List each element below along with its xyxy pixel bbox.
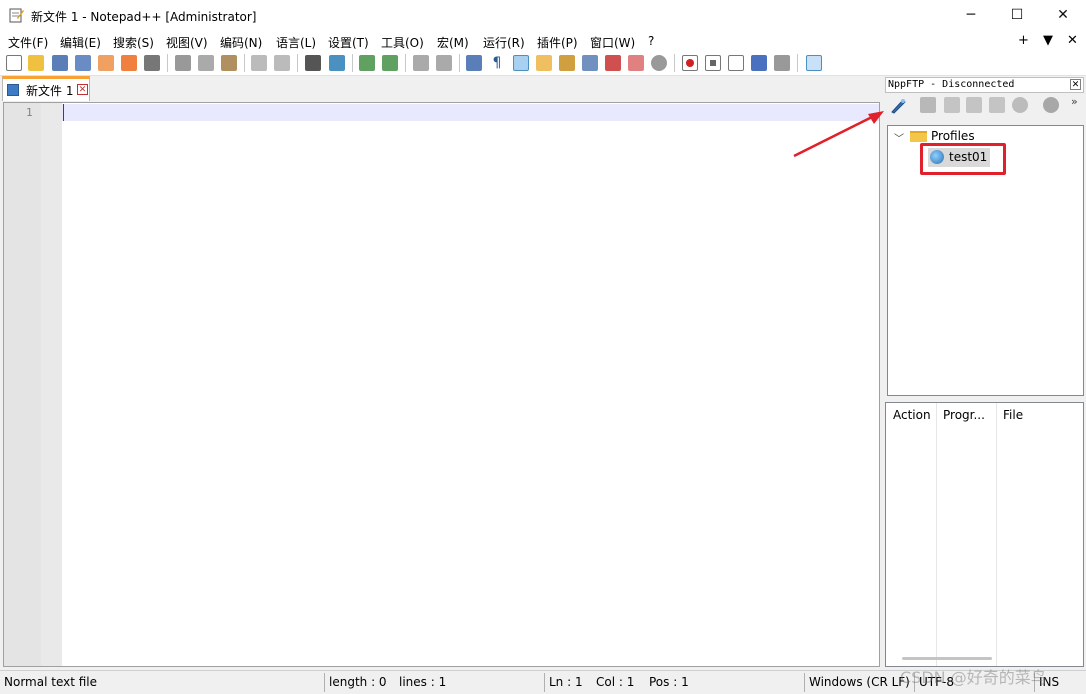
print-icon[interactable] xyxy=(144,55,160,71)
doc-list-icon[interactable] xyxy=(582,55,598,71)
menu-language[interactable]: 语言(L) xyxy=(276,34,316,51)
save-macro-icon[interactable] xyxy=(774,55,790,71)
close-file-icon[interactable] xyxy=(98,55,114,71)
zoom-in-icon[interactable] xyxy=(359,55,375,71)
zoom-out-icon[interactable] xyxy=(382,55,398,71)
status-lines: lines : 1 xyxy=(399,675,447,689)
menu-encoding[interactable]: 编码(N) xyxy=(220,34,262,51)
panel-more-icon[interactable]: » xyxy=(1071,95,1078,108)
menu-view[interactable]: 视图(V) xyxy=(166,34,208,51)
chevron-down-icon[interactable]: ﹀ xyxy=(894,130,904,145)
status-length: length : 0 xyxy=(329,675,387,689)
notepad-app-icon xyxy=(9,8,24,23)
line-number: 1 xyxy=(26,106,33,119)
tab-list-button[interactable]: ▼ xyxy=(1043,33,1053,48)
folder-icon xyxy=(910,131,927,142)
tab-label: 新文件 1 xyxy=(26,84,74,98)
tab-strip: 新文件 1 ✕ xyxy=(0,76,882,102)
status-ln: Ln : 1 xyxy=(549,675,583,689)
queue-header-progress[interactable]: Progr... xyxy=(943,408,985,422)
open-file-icon[interactable] xyxy=(28,55,44,71)
sync-v-icon[interactable] xyxy=(413,55,429,71)
find-icon[interactable] xyxy=(305,55,321,71)
maximize-button[interactable]: ☐ xyxy=(994,0,1040,31)
panel-title: NppFTP - Disconnected xyxy=(888,79,1015,90)
annotation-highlight-box xyxy=(920,143,1006,175)
watermark: CSDN @好奇的菜鸟 xyxy=(900,668,1047,687)
paste-icon[interactable] xyxy=(221,55,237,71)
disconnect-icon[interactable] xyxy=(920,97,936,113)
toolbar: ¶ xyxy=(0,51,1086,76)
menu-window[interactable]: 窗口(W) xyxy=(590,34,635,51)
settings-gear-icon[interactable] xyxy=(1043,97,1059,113)
minimize-button[interactable]: ─ xyxy=(948,0,994,31)
indent-guide-icon[interactable] xyxy=(513,55,529,71)
folder-workspace-icon[interactable] xyxy=(628,55,644,71)
text-caret xyxy=(63,104,64,121)
fold-margin xyxy=(41,103,62,666)
line-number-gutter: 1 xyxy=(4,103,62,666)
status-col: Col : 1 xyxy=(596,675,635,689)
connect-icon[interactable] xyxy=(889,97,907,115)
sync-h-icon[interactable] xyxy=(436,55,452,71)
stop-macro-icon[interactable] xyxy=(705,55,721,71)
menu-search[interactable]: 搜索(S) xyxy=(113,34,154,51)
panel-close-icon[interactable]: ✕ xyxy=(1070,79,1081,90)
queue-column-action xyxy=(886,403,937,666)
copy-icon[interactable] xyxy=(198,55,214,71)
current-line-highlight xyxy=(62,104,879,121)
menu-file[interactable]: 文件(F) xyxy=(8,34,48,51)
annotation-arrow xyxy=(793,111,884,158)
save-icon[interactable] xyxy=(52,55,68,71)
queue-column-progress xyxy=(937,403,997,666)
menu-edit[interactable]: 编辑(E) xyxy=(60,34,101,51)
close-all-icon[interactable] xyxy=(121,55,137,71)
show-all-chars-icon[interactable]: ¶ xyxy=(489,55,505,71)
menu-tools[interactable]: 工具(O) xyxy=(381,34,424,51)
download-icon[interactable] xyxy=(944,97,960,113)
saved-file-icon xyxy=(7,84,19,96)
function-list-icon[interactable] xyxy=(605,55,621,71)
doc-map-icon[interactable] xyxy=(559,55,575,71)
menu-bar: 文件(F) 编辑(E) 搜索(S) 视图(V) 编码(N) 语言(L) 设置(T… xyxy=(0,31,1086,51)
menu-plugins[interactable]: 插件(P) xyxy=(537,34,578,51)
new-tab-button[interactable]: + xyxy=(1018,33,1029,48)
status-doc-type: Normal text file xyxy=(4,675,98,689)
close-window-button[interactable]: ✕ xyxy=(1040,0,1086,31)
horizontal-scrollbar[interactable] xyxy=(902,657,992,660)
save-all-icon[interactable] xyxy=(75,55,91,71)
status-eol[interactable]: Windows (CR LF) xyxy=(809,675,910,689)
record-macro-icon[interactable] xyxy=(682,55,698,71)
cut-icon[interactable] xyxy=(175,55,191,71)
queue-header-action[interactable]: Action xyxy=(893,408,931,422)
word-wrap-icon[interactable] xyxy=(466,55,482,71)
upload-icon[interactable] xyxy=(966,97,982,113)
tree-root-profiles[interactable]: Profiles xyxy=(931,129,975,143)
window-title: 新文件 1 - Notepad++ [Administrator] xyxy=(31,10,257,24)
nppftp-panel-header: NppFTP - Disconnected ✕ xyxy=(885,77,1084,93)
queue-header-file[interactable]: File xyxy=(1003,408,1023,422)
menu-run[interactable]: 运行(R) xyxy=(483,34,525,51)
nppftp-show-icon[interactable] xyxy=(806,55,822,71)
abort-icon[interactable] xyxy=(1012,97,1028,113)
text-editor[interactable]: 1 xyxy=(3,102,880,667)
tab-new-file-1[interactable]: 新文件 1 ✕ xyxy=(2,76,90,101)
menu-help[interactable]: ? xyxy=(648,34,654,48)
transfer-queue: Action Progr... File xyxy=(885,402,1084,667)
new-file-icon[interactable] xyxy=(6,55,22,71)
refresh-icon[interactable] xyxy=(989,97,1005,113)
close-doc-button[interactable]: ✕ xyxy=(1067,33,1078,48)
monitoring-icon[interactable] xyxy=(651,55,667,71)
replace-icon[interactable] xyxy=(329,55,345,71)
udl-icon[interactable] xyxy=(536,55,552,71)
undo-icon[interactable] xyxy=(251,55,267,71)
menu-macro[interactable]: 宏(M) xyxy=(437,34,469,51)
run-macro-multiple-icon[interactable] xyxy=(751,55,767,71)
title-bar: 新文件 1 - Notepad++ [Administrator] ─ ☐ ✕ xyxy=(0,0,1086,31)
status-pos: Pos : 1 xyxy=(649,675,689,689)
play-macro-icon[interactable] xyxy=(728,55,744,71)
menu-settings[interactable]: 设置(T) xyxy=(328,34,369,51)
tab-close-icon[interactable]: ✕ xyxy=(77,84,88,95)
redo-icon[interactable] xyxy=(274,55,290,71)
